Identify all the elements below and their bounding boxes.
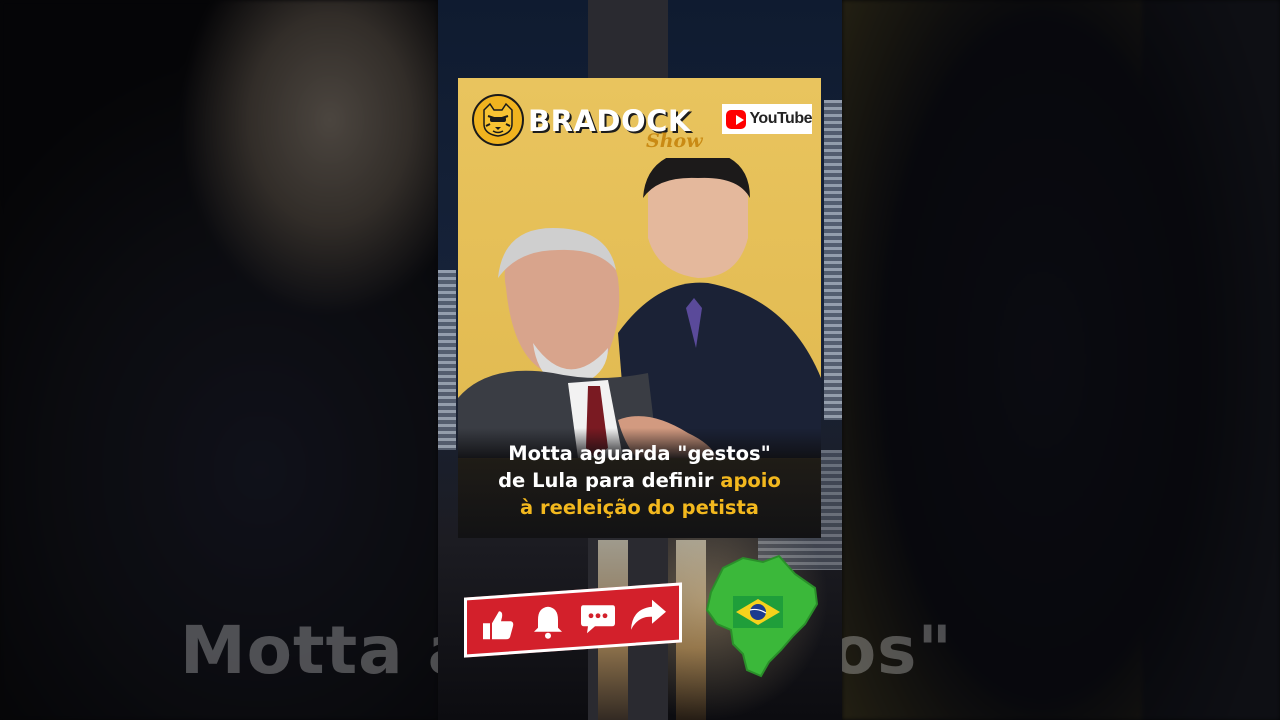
blurred-background-right: gestos" [842,0,1280,720]
headline-line-2-text: de Lula para definir [498,469,721,492]
brazil-map-icon [705,554,819,678]
headline-line-1: Motta aguarda "gestos" [508,442,771,465]
headline-line-2: de Lula para definir apoio [458,467,821,494]
news-card: BRADOCK Show YouTube Motta aguarda "gest… [458,78,821,538]
news-photo [458,158,821,458]
share-arrow-icon[interactable] [626,593,670,637]
thumbs-up-icon[interactable] [476,603,520,647]
building [824,100,842,420]
background-caption-right: gestos" [842,612,953,689]
blurred-background-left: Motta a [0,0,438,720]
building [438,270,456,450]
youtube-badge[interactable]: YouTube [722,104,812,134]
tiger-logo-icon [472,94,524,146]
headline-box: Motta aguarda "gestos" de Lula para defi… [458,428,821,538]
youtube-icon [726,109,747,129]
channel-brand-subtitle: Show [646,130,703,152]
youtube-label: YouTube [749,110,812,127]
headline-line-3: à reeleição do petista [520,496,759,519]
headline-accent-text: apoio [720,469,781,492]
comment-icon[interactable] [576,596,620,640]
background-caption-left: Motta a [180,612,438,689]
bell-icon[interactable] [526,600,570,644]
video-frame[interactable]: BRADOCK Show YouTube Motta aguarda "gest… [438,0,842,720]
